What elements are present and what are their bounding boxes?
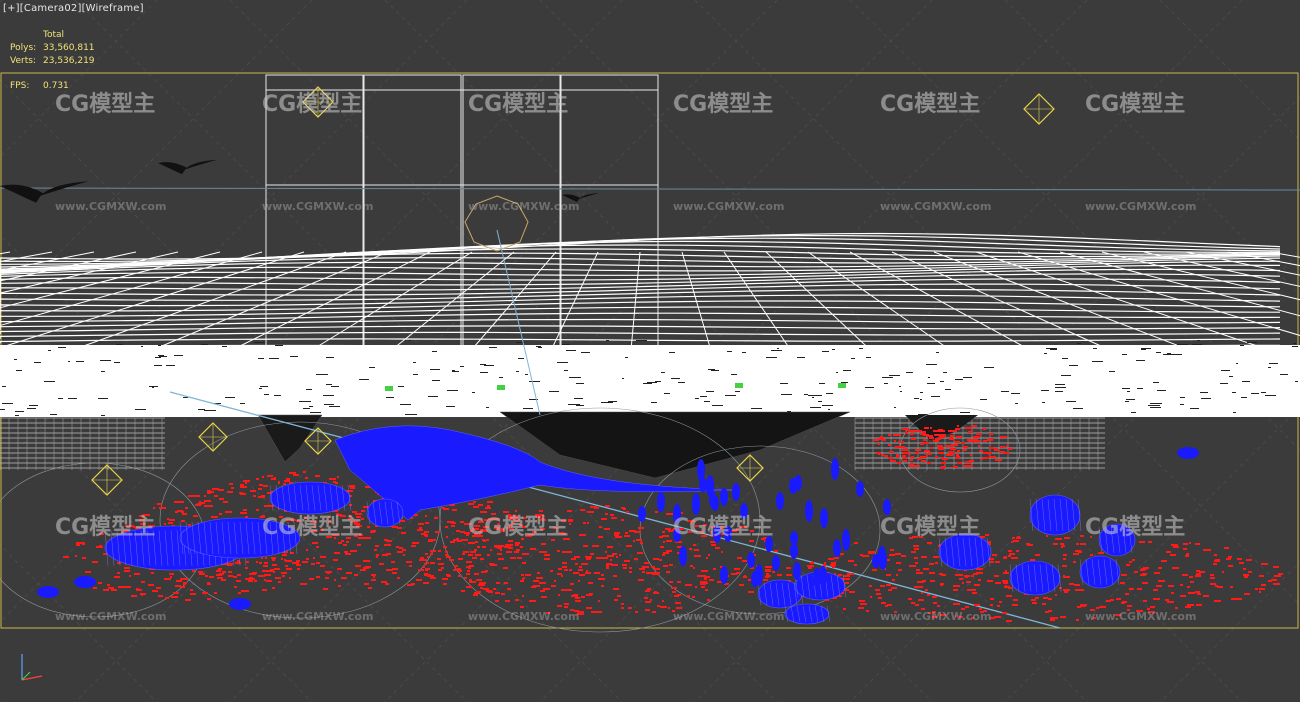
verts-value: 23,536,219: [43, 56, 95, 66]
svg-text:CG模型主: CG模型主: [468, 92, 568, 117]
fps-counter: FPS: 0.731: [10, 81, 69, 91]
svg-text:CG模型主: CG模型主: [262, 515, 362, 540]
svg-text:www.CGMXW.com: www.CGMXW.com: [262, 610, 373, 623]
svg-text:CG模型主: CG模型主: [880, 515, 980, 540]
svg-text:www.CGMXW.com: www.CGMXW.com: [55, 610, 166, 623]
viewport-label: [+][Camera02][Wireframe]: [3, 3, 144, 14]
shading-mode-button[interactable]: [Wireframe]: [82, 3, 144, 14]
ocean-surface-wireframe: [0, 232, 1300, 417]
svg-text:CG模型主: CG模型主: [55, 515, 155, 540]
fps-label: FPS:: [10, 81, 30, 91]
svg-text:www.CGMXW.com: www.CGMXW.com: [1085, 200, 1196, 213]
svg-text:CG模型主: CG模型主: [55, 92, 155, 117]
svg-text:CG模型主: CG模型主: [1085, 515, 1185, 540]
svg-text:www.CGMXW.com: www.CGMXW.com: [468, 610, 579, 623]
polys-label: Polys:: [10, 43, 37, 53]
svg-text:www.CGMXW.com: www.CGMXW.com: [1085, 610, 1196, 623]
viewport-scene[interactable]: CG模型主 CG模型主 CG模型主 CG模型主 CG模型主 CG模型主 www.CGMXW.…: [0, 0, 1300, 702]
3d-viewport[interactable]: CG模型主 CG模型主 CG模型主 CG模型主 CG模型主 CG模型主 www.CGMXW.…: [0, 0, 1300, 702]
svg-text:www.CGMXW.com: www.CGMXW.com: [673, 610, 784, 623]
polys-row: Polys: 33,560,811: [10, 42, 95, 55]
svg-text:CG模型主: CG模型主: [880, 92, 980, 117]
birds: [0, 159, 599, 203]
scene-statistics: Total Polys: 33,560,811 Verts: 23,536,21…: [10, 29, 95, 68]
svg-text:www.CGMXW.com: www.CGMXW.com: [468, 200, 579, 213]
svg-text:www.CGMXW.com: www.CGMXW.com: [880, 610, 991, 623]
svg-text:CG模型主: CG模型主: [468, 515, 568, 540]
svg-text:CG模型主: CG模型主: [673, 515, 773, 540]
stats-header: Total: [43, 30, 65, 40]
fps-value: 0.731: [43, 81, 69, 91]
viewport-menu-button[interactable]: [+]: [3, 3, 20, 14]
svg-text:www.CGMXW.com: www.CGMXW.com: [673, 200, 784, 213]
svg-text:CG模型主: CG模型主: [262, 92, 362, 117]
svg-text:www.CGMXW.com: www.CGMXW.com: [55, 200, 166, 213]
horizon-line: [0, 187, 1300, 191]
axis-gizmo: [21, 654, 43, 681]
polys-value: 33,560,811: [43, 43, 95, 53]
svg-text:CG模型主: CG模型主: [673, 92, 773, 117]
verts-row: Verts: 23,536,219: [10, 55, 95, 68]
svg-text:CG模型主: CG模型主: [1085, 92, 1185, 117]
verts-label: Verts:: [10, 56, 36, 66]
camera-menu-button[interactable]: [Camera02]: [20, 3, 82, 14]
svg-text:www.CGMXW.com: www.CGMXW.com: [262, 200, 373, 213]
svg-text:www.CGMXW.com: www.CGMXW.com: [880, 200, 991, 213]
